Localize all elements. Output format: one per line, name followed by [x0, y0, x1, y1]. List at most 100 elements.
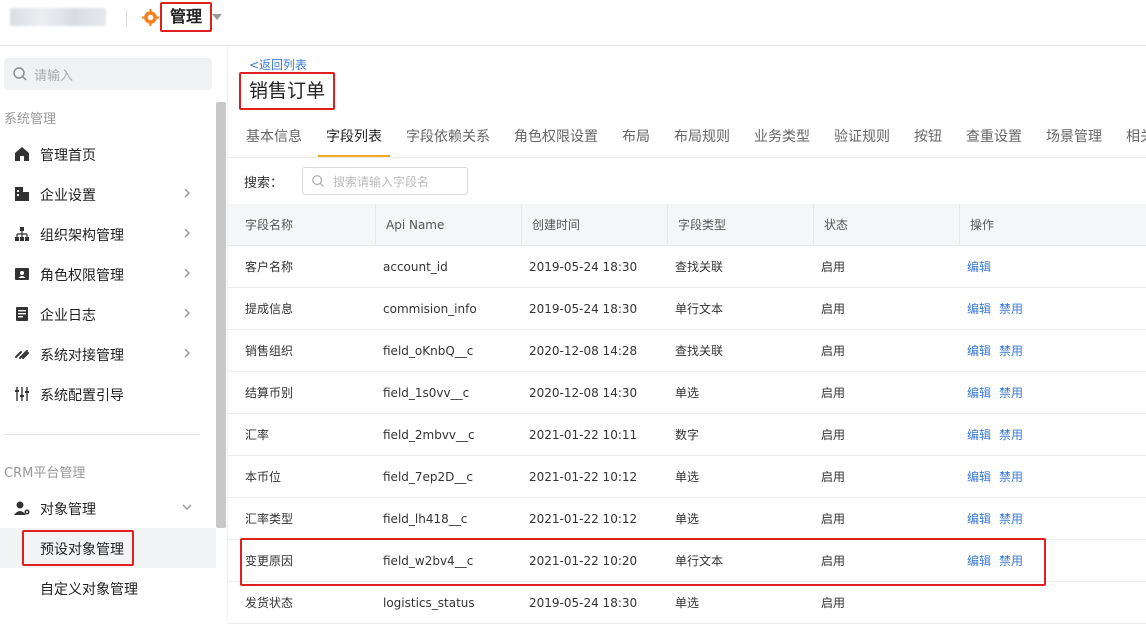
tab-validation-rules[interactable]: 验证规则	[834, 126, 890, 146]
cell-field-name: 变更原因	[245, 554, 294, 568]
disable-link[interactable]: 禁用	[999, 456, 1023, 498]
tab-field-list[interactable]: 字段列表	[326, 126, 382, 146]
tab-layout-rules[interactable]: 布局规则	[674, 126, 730, 146]
chevron-down-icon[interactable]	[212, 14, 222, 20]
column-header[interactable]: 状态	[813, 204, 959, 246]
cell-created-time: 2019-05-24 18:30	[529, 596, 638, 610]
cell-status: 启用	[821, 470, 846, 484]
sidebar-subitem-preset-objects[interactable]: 预设对象管理	[0, 528, 216, 568]
sidebar-item-label: 系统对接管理	[40, 348, 124, 364]
cell-api-name: field_1s0vv__c	[383, 386, 470, 400]
tab-role-permissions[interactable]: 角色权限设置	[514, 126, 598, 146]
edit-link[interactable]: 编辑	[967, 414, 991, 456]
sidebar-item-label: 管理首页	[40, 148, 96, 164]
table-row: 结算币别 field_1s0vv__c 2020-12-08 14:30 单选 启用 编辑…	[228, 372, 1146, 414]
cell-status: 启用	[821, 260, 846, 274]
sidebar-item-roles[interactable]: 角色权限管理	[0, 256, 212, 292]
cell-field-name: 本币位	[245, 470, 282, 484]
edit-link[interactable]: 编辑	[967, 498, 991, 540]
column-header[interactable]: 操作	[959, 204, 1146, 246]
cell-field-name: 提成信息	[245, 302, 294, 316]
cell-field-type: 单选	[675, 596, 700, 610]
disable-link[interactable]: 禁用	[999, 372, 1023, 414]
cell-field-type: 单行文本	[675, 554, 724, 568]
edit-link[interactable]: 编辑	[967, 540, 991, 582]
table-row: 提成信息 commision_info 2019-05-24 18:30 单行文本 启用…	[228, 288, 1146, 330]
column-header[interactable]: 字段名称	[228, 204, 375, 246]
column-header[interactable]: Api Name	[375, 204, 521, 246]
cell-field-name: 销售组织	[245, 344, 294, 358]
sidebar-item-config-guide[interactable]: 系统配置引导	[0, 376, 212, 412]
disable-link[interactable]: 禁用	[999, 288, 1023, 330]
cell-created-time: 2019-05-24 18:30	[529, 260, 638, 274]
chevron-right-icon	[184, 348, 190, 358]
section-title-crm: CRM平台管理	[4, 466, 86, 481]
chevron-down-icon	[182, 504, 192, 510]
table-row: 汇率类型 field_lh418__c 2021-01-22 10:12 单选 启用 编辑…	[228, 498, 1146, 540]
cell-created-time: 2020-12-08 14:30	[529, 386, 638, 400]
sidebar-item-label: 企业日志	[40, 308, 96, 324]
tab-basic-info[interactable]: 基本信息	[246, 126, 302, 146]
main-content: <返回列表 销售订单 基本信息 字段列表 字段依赖关系 角色权限设置 布局 布局…	[228, 46, 1146, 624]
search-label: 搜索：	[244, 176, 284, 191]
sidebar-subitem-custom-objects[interactable]: 自定义对象管理	[0, 568, 216, 608]
sidebar: 请输入 系统管理 管理首页 企业设置 组织架构管理 角色权限管理 企业日志 系统…	[0, 46, 228, 620]
edit-link[interactable]: 编辑	[967, 288, 991, 330]
sidebar-item-label: 自定义对象管理	[40, 582, 138, 598]
cell-field-type: 单选	[675, 512, 700, 526]
cell-api-name: account_id	[383, 260, 448, 274]
sidebar-item-logs[interactable]: 企业日志	[0, 296, 212, 332]
sidebar-search-input[interactable]: 请输入	[4, 58, 212, 90]
tab-field-dependency[interactable]: 字段依赖关系	[406, 126, 490, 146]
sidebar-item-org[interactable]: 组织架构管理	[0, 216, 212, 252]
section-title-system: 系统管理	[4, 112, 57, 127]
tab-business-type[interactable]: 业务类型	[754, 126, 810, 146]
disable-link[interactable]: 禁用	[999, 414, 1023, 456]
table-row: 销售组织 field_oKnbQ__c 2020-12-08 14:28 查找关联 启用…	[228, 330, 1146, 372]
divider	[126, 10, 127, 26]
field-search-input[interactable]: 搜索请输入字段名	[302, 167, 468, 195]
tab-layout[interactable]: 布局	[622, 126, 650, 146]
edit-link[interactable]: 编辑	[967, 246, 991, 288]
sidebar-scrollbar[interactable]	[216, 102, 226, 528]
tab-scene-mgmt[interactable]: 场景管理	[1046, 126, 1102, 146]
cell-created-time: 2021-01-22 10:20	[529, 554, 638, 568]
back-to-list-link[interactable]: <返回列表	[249, 56, 307, 73]
cell-created-time: 2021-01-22 10:11	[529, 428, 638, 442]
sidebar-divider	[4, 434, 200, 435]
column-header[interactable]: 字段类型	[667, 204, 813, 246]
sidebar-item-object-mgmt[interactable]: 对象管理	[0, 490, 212, 526]
column-header[interactable]: 创建时间	[521, 204, 667, 246]
cell-api-name: field_oKnbQ__c	[383, 344, 474, 358]
disable-link[interactable]: 禁用	[999, 498, 1023, 540]
search-placeholder: 请输入	[34, 69, 74, 84]
sidebar-item-integration[interactable]: 系统对接管理	[0, 336, 212, 372]
edit-link[interactable]: 编辑	[967, 456, 991, 498]
tab-related[interactable]: 相关	[1126, 126, 1146, 146]
cell-field-type: 单选	[675, 386, 700, 400]
table-header: 字段名称 Api Name 创建时间 字段类型 状态 操作	[228, 204, 1146, 246]
disable-link[interactable]: 禁用	[999, 330, 1023, 372]
app-switcher[interactable]: 管理	[160, 2, 213, 32]
tab-bar: 基本信息 字段列表 字段依赖关系 角色权限设置 布局 布局规则 业务类型 验证规…	[228, 116, 1146, 158]
sidebar-item-home[interactable]: 管理首页	[0, 136, 212, 172]
edit-link[interactable]: 编辑	[967, 372, 991, 414]
cell-status: 启用	[821, 596, 846, 610]
sliders-icon	[15, 387, 29, 401]
cell-field-type: 查找关联	[675, 344, 724, 358]
link-icon	[15, 350, 29, 359]
cell-created-time: 2021-01-22 10:12	[529, 470, 638, 484]
home-icon	[15, 147, 29, 161]
cell-field-name: 汇率类型	[245, 512, 294, 526]
sidebar-item-enterprise-settings[interactable]: 企业设置	[0, 176, 212, 212]
building-icon	[15, 187, 29, 201]
disable-link[interactable]: 禁用	[999, 540, 1023, 582]
edit-link[interactable]: 编辑	[967, 330, 991, 372]
cell-created-time: 2020-12-08 14:28	[529, 344, 638, 358]
cell-api-name: field_lh418__c	[383, 512, 468, 526]
tab-buttons[interactable]: 按钮	[914, 126, 942, 146]
sidebar-item-label: 组织架构管理	[40, 228, 124, 244]
chevron-right-icon	[184, 228, 190, 238]
sidebar-item-label: 预设对象管理	[40, 542, 124, 558]
tab-duplicate-check[interactable]: 查重设置	[966, 126, 1022, 146]
